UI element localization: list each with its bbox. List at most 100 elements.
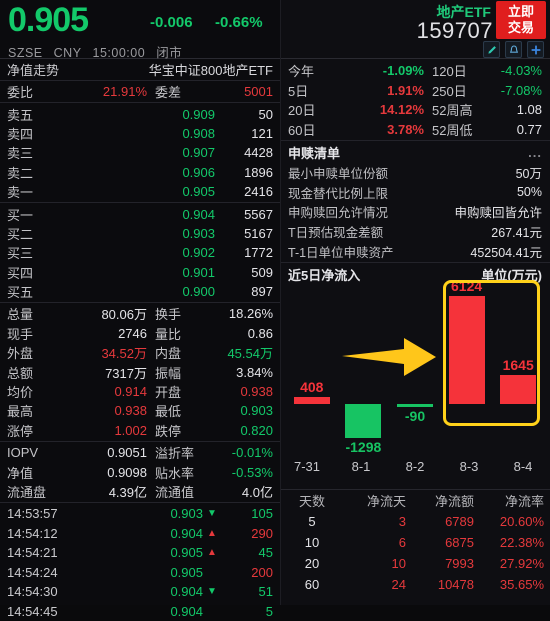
stat-row: 现手 2746 量比 0.86 bbox=[0, 324, 280, 343]
chart-x-tick: 8-3 bbox=[459, 459, 479, 475]
stat-value-left: 0.914 bbox=[114, 384, 147, 400]
stat-key-left: 流通盘 bbox=[7, 485, 47, 500]
stat-row: 外盘 34.52万 内盘 45.54万 bbox=[0, 343, 280, 362]
creation-list-more-icon[interactable]: ... bbox=[528, 145, 542, 160]
performance-row: 5日 1.91% 250日 -7.08% bbox=[280, 81, 550, 101]
stat-value-right: 3.84% bbox=[236, 364, 273, 380]
ask-level-row[interactable]: 卖四 0.908 121 bbox=[0, 124, 280, 143]
stat-row: 最高 0.938 最低 0.903 bbox=[0, 401, 280, 420]
stat-key-left: 现手 bbox=[7, 326, 34, 342]
add-icon[interactable] bbox=[527, 41, 544, 58]
tick-time: 14:54:45 bbox=[7, 603, 58, 619]
bid-level-row[interactable]: 买二 0.903 5167 bbox=[0, 224, 280, 243]
exchange-label: SZSE bbox=[8, 46, 43, 60]
ask-level-qty: 2416 bbox=[244, 184, 273, 200]
trade-now-button[interactable]: 立即 交易 bbox=[496, 1, 546, 39]
tick-list[interactable]: 14:53:57 0.903 ▼ 105 14:54:12 0.904 ▲ 29… bbox=[0, 504, 280, 621]
edit-icon[interactable] bbox=[483, 41, 500, 58]
ask-level-row[interactable]: 卖二 0.906 1896 bbox=[0, 163, 280, 182]
divider-3 bbox=[0, 202, 280, 204]
bid-level-row[interactable]: 买五 0.900 897 bbox=[0, 282, 280, 301]
stat-key-left: 净值 bbox=[7, 465, 34, 481]
stat-row: 总量 80.06万 换手 18.26% bbox=[0, 304, 280, 323]
trade-button-line1: 立即 bbox=[507, 4, 534, 19]
stat-value-right: -0.53% bbox=[231, 464, 273, 480]
ask-level-price: 0.909 bbox=[182, 106, 215, 122]
creation-list-rows: 最小申赎单位份额 50万 现金替代比例上限 50% 申购赎回允许情况 申购赎回皆… bbox=[280, 163, 550, 261]
ask-level-row[interactable]: 卖一 0.905 2416 bbox=[0, 182, 280, 201]
creation-list-value: 267.41元 bbox=[491, 226, 542, 241]
chart-x-axis: 7-31 8-1 8-2 8-3 8-4 bbox=[280, 456, 550, 478]
flow-net-rate: 35.65% bbox=[499, 576, 544, 592]
stat-key-right: 振幅 bbox=[155, 365, 182, 381]
tick-time: 14:54:21 bbox=[7, 545, 58, 561]
tick-down-arrow-icon: ▼ bbox=[207, 508, 217, 520]
net-inflow-chart: 近5日净流入 单位(万元) 408 -1298 -90 6124 1645 7-31 8-… bbox=[280, 264, 550, 489]
order-diff-label: 委差 bbox=[155, 85, 182, 101]
stat-value-left: 2746 bbox=[118, 325, 147, 341]
ask-level-label: 卖四 bbox=[7, 126, 34, 142]
flow-net-rate: 22.38% bbox=[499, 534, 544, 550]
flow-col-days: 天数 bbox=[298, 493, 325, 509]
performance-row: 20日 14.12% 52周高 1.08 bbox=[280, 100, 550, 120]
nav-trend-label[interactable]: 净值走势 bbox=[7, 60, 59, 79]
flow-net-rate: 20.60% bbox=[499, 513, 544, 529]
bid-level-row[interactable]: 买一 0.904 5567 bbox=[0, 204, 280, 223]
stats-block: 总量 80.06万 换手 18.26% 现手 2746 量比 0.86 外盘 3… bbox=[0, 304, 280, 440]
perf-value-right: -4.03% bbox=[500, 63, 542, 79]
divider-5 bbox=[0, 441, 280, 443]
perf-key-right: 120日 bbox=[432, 64, 467, 80]
stat-value-right: 0.938 bbox=[240, 384, 273, 400]
flow-days: 10 bbox=[304, 534, 320, 550]
ask-level-price: 0.906 bbox=[182, 164, 215, 180]
order-ratio-label: 委比 bbox=[7, 85, 34, 101]
stat-value-right: 4.0亿 bbox=[241, 485, 273, 500]
tick-row[interactable]: 14:54:30 0.904 ▼ 51 bbox=[0, 582, 280, 602]
flow-days: 5 bbox=[308, 513, 316, 529]
stat-value-right: -0.01% bbox=[231, 445, 273, 461]
flow-table-row: 10 6 6875 22.38% bbox=[280, 532, 550, 553]
stat-row: 均价 0.914 开盘 0.938 bbox=[0, 382, 280, 401]
stat-key-right: 量比 bbox=[155, 326, 182, 342]
bid-level-label: 买二 bbox=[7, 226, 34, 242]
flow-days: 20 bbox=[304, 555, 320, 571]
tick-price: 0.904 bbox=[170, 584, 203, 600]
stat-key-right: 内盘 bbox=[155, 346, 182, 362]
creation-list-key: 申购赎回允许情况 bbox=[288, 206, 389, 221]
flow-net-amount: 6875 bbox=[445, 534, 474, 550]
tick-row[interactable]: 14:54:21 0.905 ▲ 45 bbox=[0, 543, 280, 563]
ask-level-qty: 4428 bbox=[244, 145, 273, 161]
ask-level-label: 卖五 bbox=[7, 107, 34, 123]
price-change: -0.006 bbox=[150, 14, 193, 31]
tick-row[interactable]: 14:54:24 0.905 200 bbox=[0, 563, 280, 583]
flow-table-row: 60 24 10478 35.65% bbox=[280, 574, 550, 595]
bid-level-row[interactable]: 买三 0.902 1772 bbox=[0, 243, 280, 262]
ask-level-row[interactable]: 卖五 0.909 50 bbox=[0, 104, 280, 123]
performance-block: 今年 -1.09% 120日 -4.03% 5日 1.91% 250日 -7.0… bbox=[280, 59, 550, 139]
bid-level-row[interactable]: 买四 0.901 509 bbox=[0, 263, 280, 282]
flow-net-rate: 27.92% bbox=[499, 555, 544, 571]
flow-net-amount: 6789 bbox=[445, 513, 474, 529]
tick-row[interactable]: 14:54:12 0.904 ▲ 290 bbox=[0, 524, 280, 544]
fund-title-row: 净值走势 华宝中证800地产ETF bbox=[0, 59, 280, 79]
tick-price: 0.905 bbox=[170, 545, 203, 561]
ask-level-label: 卖一 bbox=[7, 185, 34, 201]
chart-bar-label: -1298 bbox=[345, 438, 382, 455]
perf-value-right: 1.08 bbox=[516, 102, 542, 118]
perf-key-left: 今年 bbox=[288, 64, 315, 80]
tick-row[interactable]: 14:53:57 0.903 ▼ 105 bbox=[0, 504, 280, 524]
ask-level-qty: 50 bbox=[258, 106, 273, 122]
ask-level-qty: 1896 bbox=[244, 164, 273, 180]
bid-level-price: 0.901 bbox=[182, 264, 215, 280]
tick-volume: 105 bbox=[251, 506, 273, 522]
trade-button-line2: 交易 bbox=[507, 20, 534, 35]
chart-bar-label: -90 bbox=[404, 407, 426, 424]
instrument-header: 地产ETF 159707 立即 交易 bbox=[280, 0, 550, 58]
chart-highlight-box bbox=[442, 279, 540, 426]
ask-level-row[interactable]: 卖三 0.907 4428 bbox=[0, 143, 280, 162]
stat-key-left: 最高 bbox=[7, 404, 34, 420]
flow-col-netdays: 净流天 bbox=[366, 493, 406, 509]
flow-table-row: 20 10 7993 27.92% bbox=[280, 553, 550, 574]
bid-level-price: 0.902 bbox=[182, 245, 215, 261]
alert-bell-icon[interactable] bbox=[505, 41, 522, 58]
